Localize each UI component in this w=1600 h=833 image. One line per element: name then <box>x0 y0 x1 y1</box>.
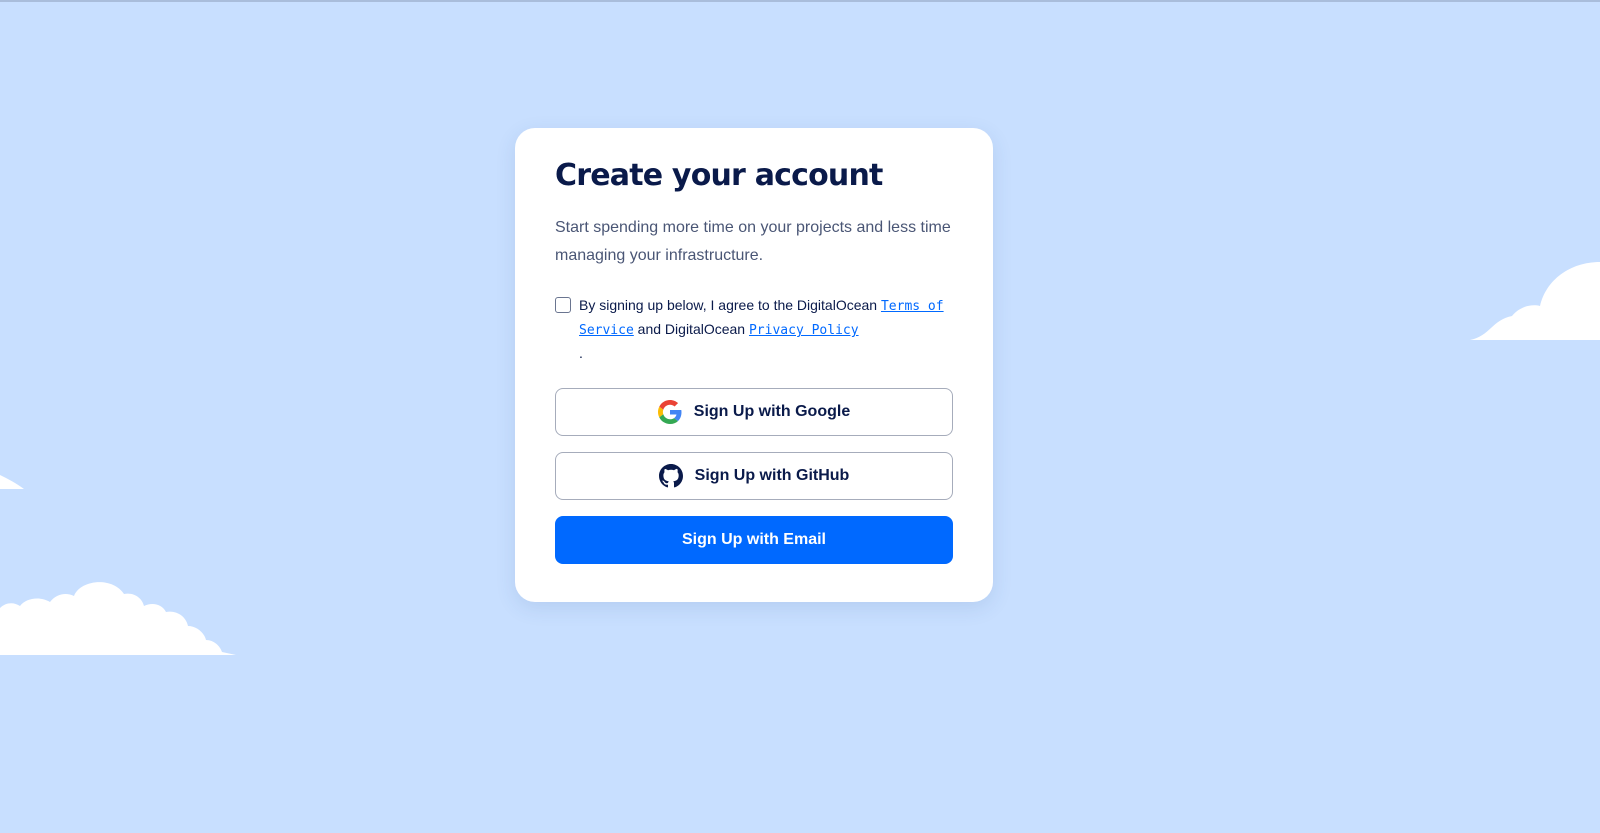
signup-card: Create your account Start spending more … <box>515 128 993 602</box>
terms-agreement-text: By signing up below, I agree to the Digi… <box>579 294 953 364</box>
top-border <box>0 0 1600 2</box>
cloud-left <box>0 582 236 655</box>
agreement-text-middle: and DigitalOcean <box>633 321 749 337</box>
github-icon <box>658 464 683 488</box>
privacy-policy-link[interactable]: Privacy Policy <box>749 323 859 338</box>
agreement-text-after: . <box>579 345 583 361</box>
terms-checkbox[interactable] <box>555 297 571 313</box>
google-button-label: Sign Up with Google <box>693 403 851 420</box>
sign-up-email-button[interactable]: Sign Up with Email <box>555 516 953 564</box>
terms-agreement: By signing up below, I agree to the Digi… <box>555 294 953 364</box>
sign-up-github-button[interactable]: Sign Up with GitHub <box>555 452 953 500</box>
cloud-right <box>1470 262 1600 340</box>
cloud-left-small <box>0 475 24 489</box>
sign-up-google-button[interactable]: Sign Up with Google <box>555 388 953 436</box>
agreement-text-before: By signing up below, I agree to the Digi… <box>579 297 881 313</box>
google-icon <box>657 400 682 424</box>
email-button-label: Sign Up with Email <box>681 531 826 548</box>
github-button-label: Sign Up with GitHub <box>694 467 850 484</box>
page-subtitle: Start spending more time on your project… <box>555 219 951 264</box>
page-title: Create your account <box>555 158 883 193</box>
